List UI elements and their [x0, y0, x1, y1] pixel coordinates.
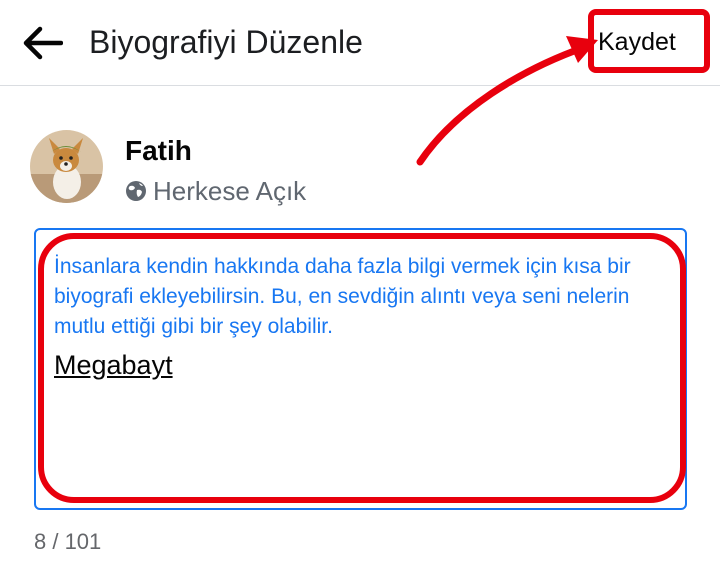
globe-icon	[126, 181, 146, 201]
save-button[interactable]: Kaydet	[598, 22, 676, 62]
bio-textarea[interactable]: İnsanlara kendin hakkında daha fazla bil…	[34, 228, 687, 510]
profile-name: Fatih	[125, 135, 192, 166]
arrow-left-icon	[23, 26, 63, 60]
back-button[interactable]	[20, 20, 66, 66]
audience-label: Herkese Açık	[153, 176, 307, 206]
profile-section: Fatih Herkese Açık	[30, 130, 690, 210]
bio-hint-text: İnsanlara kendin hakkında daha fazla bil…	[54, 255, 631, 338]
character-counter: 8 / 101	[34, 529, 102, 554]
top-bar: Biyografiyi Düzenle Kaydet	[0, 0, 720, 86]
page-title: Biyografiyi Düzenle	[89, 24, 363, 60]
bio-input-value[interactable]: Megabayt	[54, 348, 173, 382]
audience-selector[interactable]: Herkese Açık	[125, 174, 306, 208]
avatar[interactable]	[30, 130, 103, 203]
dog-avatar-image	[30, 130, 103, 203]
